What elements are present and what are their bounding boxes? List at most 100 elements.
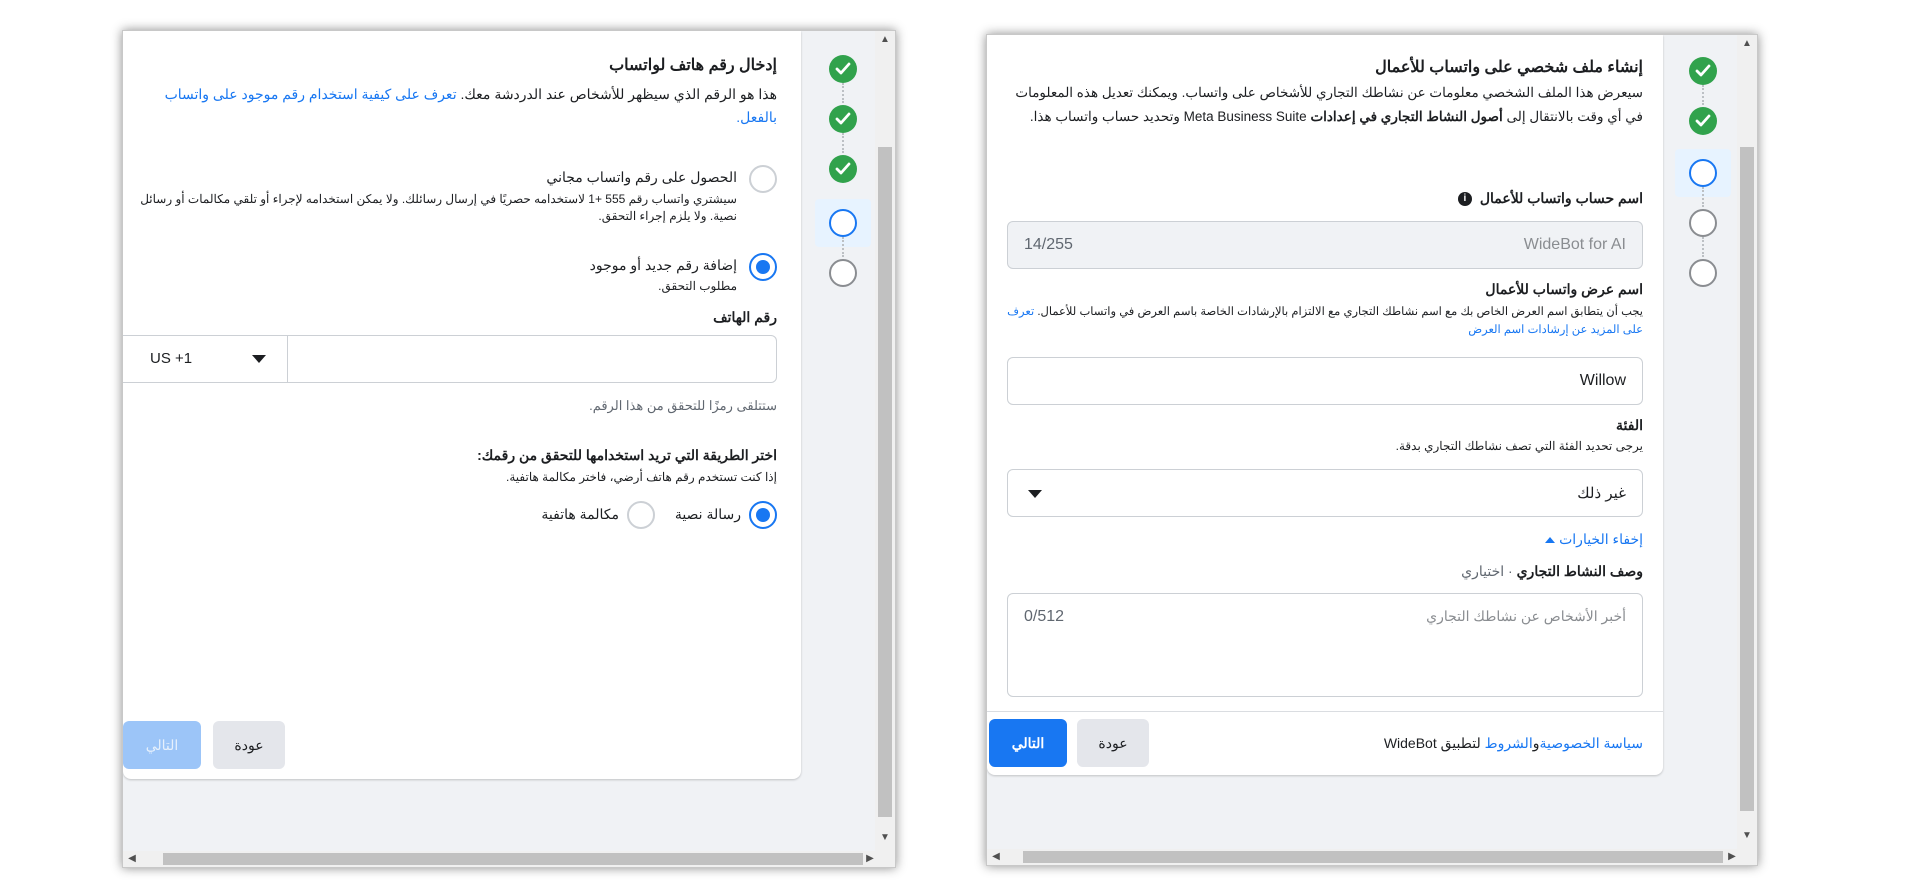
verify-method-title: اختر الطريقة التي تريد استخدامها للتحقق … <box>477 447 777 463</box>
step-connector <box>1702 187 1706 207</box>
arrow-right-icon[interactable]: ▶ <box>1725 850 1739 864</box>
free-number-radio[interactable] <box>749 165 777 193</box>
right-description-bold: أصول النشاط التجاري في إعدادات <box>1310 109 1503 124</box>
check-icon <box>1695 114 1711 127</box>
verify-method-description: إذا كنت تستخدم رقم هاتف أرضي، فاختر مكال… <box>506 470 777 484</box>
left-description: هذا هو الرقم الذي سيظهر للأشخاص عند الدر… <box>137 83 777 129</box>
step-5-pending <box>829 259 857 287</box>
business-description-optional: · اختياري <box>1461 563 1513 579</box>
step-4-pending <box>1689 209 1717 237</box>
hide-options-link[interactable]: إخفاء الخيارات <box>1343 531 1643 548</box>
right-dialog-window: إنشاء ملف شخصي على واتساب للأعمال سيعرض … <box>986 34 1758 866</box>
new-number-description: مطلوب التحقق. <box>658 279 737 293</box>
category-description: يرجى تحديد الفئة التي تصف نشاطك التجاري … <box>1395 439 1643 453</box>
account-name-count: 14/255 <box>1024 236 1073 253</box>
check-icon <box>1695 64 1711 77</box>
check-icon <box>835 162 851 175</box>
display-name-input[interactable]: Willow <box>1007 357 1643 405</box>
arrow-left-icon[interactable]: ◀ <box>125 852 139 866</box>
category-value: غير ذلك <box>1577 485 1626 502</box>
left-vertical-scrollbar[interactable]: ▲ ▼ <box>875 31 895 851</box>
arrow-up-icon[interactable]: ▲ <box>878 33 892 47</box>
right-back-button[interactable]: عودة <box>1077 719 1149 767</box>
right-footer-divider <box>987 711 1663 712</box>
phone-number-input[interactable] <box>289 336 776 382</box>
step-4-current <box>829 209 857 237</box>
phone-label: رقم الهاتف <box>713 309 777 325</box>
account-name-label-text: اسم حساب واتساب للأعمال <box>1479 190 1643 206</box>
new-number-radio[interactable] <box>749 253 777 281</box>
right-next-button[interactable]: التالي <box>989 719 1067 767</box>
left-title: إدخال رقم هاتف لواتساب <box>609 57 777 74</box>
check-icon <box>835 62 851 75</box>
left-dialog-window: إدخال رقم هاتف لواتساب هذا هو الرقم الذي… <box>122 30 896 868</box>
arrow-down-icon[interactable]: ▼ <box>878 831 892 845</box>
call-radio[interactable] <box>627 501 655 529</box>
step-connector <box>1702 85 1706 105</box>
account-name-label: اسم حساب واتساب للأعمال i <box>1243 190 1643 207</box>
step-1-done <box>829 55 857 83</box>
step-3-current <box>1689 159 1717 187</box>
step-5-pending <box>1689 259 1717 287</box>
right-horizontal-scroll-thumb[interactable] <box>1023 851 1723 863</box>
hide-options-text: إخفاء الخيارات <box>1559 531 1643 547</box>
free-number-label: الحصول على رقم واتساب مجاني <box>546 169 737 185</box>
step-3-done <box>829 155 857 183</box>
footer-policy: سياسة الخصوصيةوالشروط لتطبيق WideBot <box>1223 735 1643 752</box>
display-name-desc-text: يجب أن يتطابق اسم العرض الخاص بك مع اسم … <box>1037 306 1643 318</box>
left-back-button[interactable]: عودة <box>213 721 285 769</box>
call-label: مكالمة هاتفية <box>541 506 619 522</box>
arrow-up-icon[interactable]: ▲ <box>1740 37 1754 51</box>
sms-radio[interactable] <box>749 501 777 529</box>
check-icon <box>835 112 851 125</box>
business-description-label-text: وصف النشاط التجاري <box>1516 563 1643 579</box>
left-description-text: هذا هو الرقم الذي سيظهر للأشخاص عند الدر… <box>460 86 777 102</box>
right-description-part2: Meta Business Suite وتحديد حساب واتساب ه… <box>1029 109 1307 124</box>
display-name-description: يجب أن يتطابق اسم العرض الخاص بك مع اسم … <box>1003 303 1643 339</box>
phone-input-group: US +1 <box>123 335 777 383</box>
free-number-description: سيشتري واتساب رقم 555 +1 لاستخدامه حصريً… <box>140 192 737 223</box>
right-form-card: إنشاء ملف شخصي على واتساب للأعمال سيعرض … <box>987 35 1663 775</box>
caret-up-icon <box>1545 537 1556 544</box>
display-name-label: اسم عرض واتساب للأعمال <box>1485 281 1643 297</box>
account-name-value: WideBot for AI <box>1523 236 1626 253</box>
arrow-left-icon[interactable]: ◀ <box>989 850 1003 864</box>
arrow-right-icon[interactable]: ▶ <box>863 852 877 866</box>
category-label: الفئة <box>1616 417 1643 433</box>
right-horizontal-scrollbar[interactable]: ◀ ▶ <box>987 849 1757 865</box>
country-code-value: US +1 <box>150 350 193 367</box>
right-description: سيعرض هذا الملف الشخصي معلومات عن نشاطك … <box>997 81 1643 129</box>
step-2-done <box>829 105 857 133</box>
arrow-down-icon[interactable]: ▼ <box>1740 829 1754 843</box>
right-stepper <box>1675 47 1731 317</box>
terms-link[interactable]: الشروط <box>1485 735 1533 751</box>
caret-down-icon <box>1028 490 1042 498</box>
footer-app-text: لتطبيق WideBot <box>1383 735 1481 751</box>
right-vertical-scroll-thumb[interactable] <box>1740 147 1754 811</box>
right-vertical-scrollbar[interactable]: ▲ ▼ <box>1737 35 1757 849</box>
business-description-textarea[interactable]: أخبر الأشخاص عن نشاطك التجاري 0/512 <box>1007 593 1643 697</box>
left-form-card: إدخال رقم هاتف لواتساب هذا هو الرقم الذي… <box>123 31 801 779</box>
step-2-done <box>1689 107 1717 135</box>
caret-down-icon <box>252 355 266 363</box>
left-next-button[interactable]: التالي <box>123 721 201 769</box>
country-code-select[interactable]: US +1 <box>123 336 288 382</box>
phone-hint: ستتلقى رمزًا للتحقق من هذا الرقم. <box>589 398 777 413</box>
left-stepper <box>815 43 871 313</box>
privacy-policy-link[interactable]: سياسة الخصوصية <box>1539 735 1643 751</box>
account-name-input[interactable]: WideBot for AI 14/255 <box>1007 221 1643 269</box>
display-name-value: Willow <box>1579 372 1626 389</box>
left-horizontal-scroll-thumb[interactable] <box>163 853 863 865</box>
step-connector <box>842 237 846 257</box>
step-connector <box>1702 237 1706 257</box>
step-connector <box>842 133 846 153</box>
right-title: إنشاء ملف شخصي على واتساب للأعمال <box>1375 59 1643 76</box>
business-description-placeholder: أخبر الأشخاص عن نشاطك التجاري <box>1426 608 1626 624</box>
sms-label: رسالة نصية <box>674 506 741 522</box>
info-icon[interactable]: i <box>1457 192 1472 207</box>
left-vertical-scroll-thumb[interactable] <box>878 147 892 817</box>
left-horizontal-scrollbar[interactable]: ◀ ▶ <box>123 851 895 867</box>
new-number-label: إضافة رقم جديد أو موجود <box>589 257 737 273</box>
category-select[interactable]: غير ذلك <box>1007 469 1643 517</box>
step-connector <box>842 83 846 103</box>
